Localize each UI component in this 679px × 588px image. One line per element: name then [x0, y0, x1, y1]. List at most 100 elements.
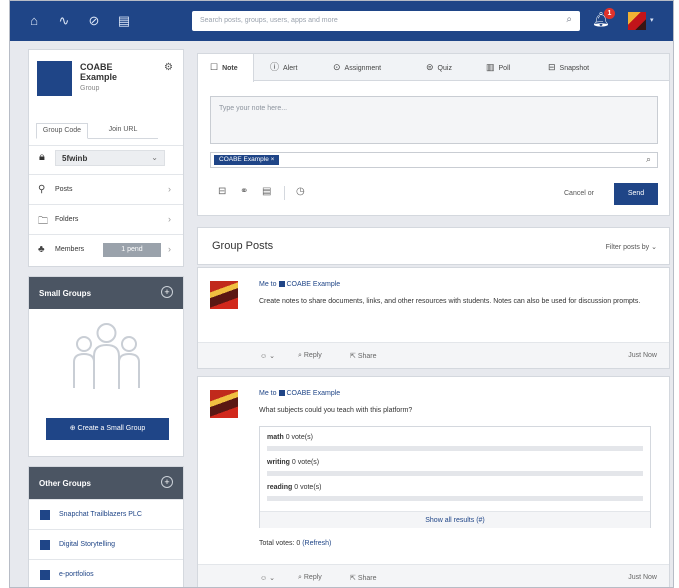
tab-snapshot[interactable]: ⊟ Snapshot: [548, 54, 589, 81]
tab-label: Note: [222, 65, 238, 72]
search-icon[interactable]: ⌕: [646, 154, 651, 165]
poll-progress-bar: [267, 446, 643, 451]
recipient-input[interactable]: COABE Example × ⌕: [210, 152, 658, 168]
post-recipients[interactable]: Me to COABE Example: [259, 281, 340, 288]
group-color-square: [40, 510, 50, 520]
filter-posts-dropdown[interactable]: Filter posts by ⌄: [606, 243, 657, 251]
sidebar-item-posts[interactable]: ⚲ Posts ›: [29, 174, 183, 204]
note-icon: ☐: [210, 62, 219, 72]
search-input[interactable]: Search posts, groups, users, apps and mo…: [192, 11, 580, 31]
backpack-icon[interactable]: ▤: [115, 12, 133, 30]
post-recipients[interactable]: Me to COABE Example: [259, 390, 340, 397]
group-color-square: [279, 281, 286, 288]
reply-label: Reply: [303, 352, 322, 359]
post-actions-bar: ☺ ⌄ ⌕ Reply ⇱ Share Just Now: [198, 564, 669, 587]
alert-icon: ⓘ: [270, 62, 280, 72]
share-label: Share: [357, 353, 377, 360]
notification-badge: 1: [604, 8, 615, 19]
add-icon[interactable]: +: [161, 286, 173, 298]
user-avatar[interactable]: [628, 12, 646, 30]
post-group: COABE Example: [286, 390, 341, 397]
cancel-link[interactable]: Cancel or: [564, 190, 594, 197]
search-icon[interactable]: ⌕: [566, 14, 572, 25]
other-group-item[interactable]: Digital Storytelling: [29, 529, 183, 559]
send-button[interactable]: Send: [614, 183, 658, 205]
group-code-dropdown[interactable]: 5fwinb ⌄: [55, 150, 165, 166]
recipient-label: COABE Example: [219, 156, 269, 163]
group-posts-title: Group Posts: [212, 240, 274, 252]
sidebar-item-folders[interactable]: 🗀︎ Folders ›: [29, 204, 183, 234]
poll-answer: math: [267, 434, 284, 441]
author-avatar[interactable]: [210, 281, 238, 309]
author-avatar[interactable]: [210, 390, 238, 418]
tab-label: Quiz: [437, 65, 452, 72]
reply-button[interactable]: ⌕ Reply: [298, 574, 322, 582]
clock-icon[interactable]: ◷: [296, 186, 305, 197]
top-navigation-bar: ⌂ ∿ ⊘ ▤ Search posts, groups, users, app…: [10, 1, 673, 41]
other-group-label: Snapchat Trailblazers PLC: [59, 511, 142, 518]
library-icon[interactable]: ▤: [262, 186, 271, 197]
pending-members-badge[interactable]: 1 pend: [103, 243, 161, 257]
create-small-group-button[interactable]: ⊕ Create a Small Group: [46, 418, 169, 440]
assignment-icon: ⊙: [333, 62, 341, 72]
reaction-icon[interactable]: ☺ ⌄: [260, 574, 275, 582]
chevron-right-icon: ›: [168, 244, 171, 254]
total-votes: Total votes: 0 (Refresh): [259, 540, 331, 547]
discover-icon[interactable]: ⊘: [85, 12, 103, 30]
activity-icon[interactable]: ∿: [55, 12, 73, 30]
reply-icon: ⌕: [298, 352, 302, 359]
sidebar-item-members[interactable]: ♣ Members 1 pend ›: [29, 234, 183, 264]
tab-quiz[interactable]: ⊜ Quiz: [426, 54, 452, 81]
poll-option: math 0 vote(s): [267, 434, 313, 441]
reply-button[interactable]: ⌕ Reply: [298, 352, 322, 360]
tab-alert[interactable]: ⓘ Alert: [270, 54, 297, 81]
app-window: ⌂ ∿ ⊘ ▤ Search posts, groups, users, app…: [9, 0, 674, 588]
search-icon: ⚲: [38, 184, 46, 195]
group-type: Group: [80, 85, 100, 92]
refresh-link[interactable]: (Refresh): [302, 540, 331, 547]
group-posts-header: Group Posts Filter posts by ⌄: [197, 227, 670, 265]
close-icon[interactable]: ×: [271, 156, 275, 163]
post-card: Me to COABE Example Create notes to shar…: [197, 267, 670, 369]
other-groups-title: Other Groups: [39, 479, 92, 488]
show-all-results-link[interactable]: Show all results (#): [260, 511, 650, 528]
tab-join-url[interactable]: Join URL: [88, 123, 158, 139]
attach-file-icon[interactable]: ⊟: [218, 186, 226, 197]
small-groups-panel: Small Groups + ⊕ Create a Small Group: [28, 276, 184, 457]
search-placeholder: Search posts, groups, users, apps and mo…: [200, 17, 338, 24]
group-color-square: [40, 570, 50, 580]
tab-label: Assignment: [344, 65, 382, 72]
share-button[interactable]: ⇱ Share: [350, 352, 377, 360]
quiz-icon: ⊜: [426, 62, 434, 72]
reply-label: Reply: [303, 574, 322, 581]
post-timestamp: Just Now: [628, 574, 657, 581]
share-icon: ⇱: [350, 353, 356, 360]
create-small-group-label: Create a Small Group: [77, 425, 146, 432]
reaction-icon[interactable]: ☺ ⌄: [260, 352, 275, 360]
add-icon[interactable]: +: [161, 476, 173, 488]
recipient-chip[interactable]: COABE Example ×: [214, 155, 280, 165]
home-icon[interactable]: ⌂: [25, 12, 43, 30]
poll-answer: reading: [267, 484, 293, 491]
poll-option: writing 0 vote(s): [267, 459, 319, 466]
poll-votes: 0 vote(s): [294, 484, 322, 491]
tab-poll[interactable]: ▥ Poll: [486, 54, 510, 81]
poll-option: reading 0 vote(s): [267, 484, 321, 491]
other-groups-header: Other Groups +: [29, 467, 183, 499]
other-group-item[interactable]: e-portfolios: [29, 559, 183, 587]
tab-assignment[interactable]: ⊙ Assignment: [333, 54, 381, 81]
gear-icon[interactable]: ⚙: [164, 62, 173, 73]
share-button[interactable]: ⇱ Share: [350, 574, 377, 582]
people-illustration-icon: [73, 323, 140, 389]
note-textarea[interactable]: Type your note here...: [210, 96, 658, 144]
lock-icon: 🔒︎: [39, 151, 45, 163]
other-group-item[interactable]: Snapchat Trailblazers PLC: [29, 499, 183, 529]
post-body: What subjects could you teach with this …: [259, 407, 413, 414]
group-code-row: 🔒︎ 5fwinb ⌄: [29, 145, 183, 169]
chevron-down-icon[interactable]: ▾: [650, 16, 654, 24]
link-icon[interactable]: ⚭: [240, 186, 248, 197]
share-icon: ⇱: [350, 575, 356, 582]
tab-note[interactable]: ☐ Note: [198, 54, 254, 82]
tab-group-code[interactable]: Group Code: [36, 123, 88, 139]
group-name[interactable]: COABE Example: [80, 62, 140, 82]
